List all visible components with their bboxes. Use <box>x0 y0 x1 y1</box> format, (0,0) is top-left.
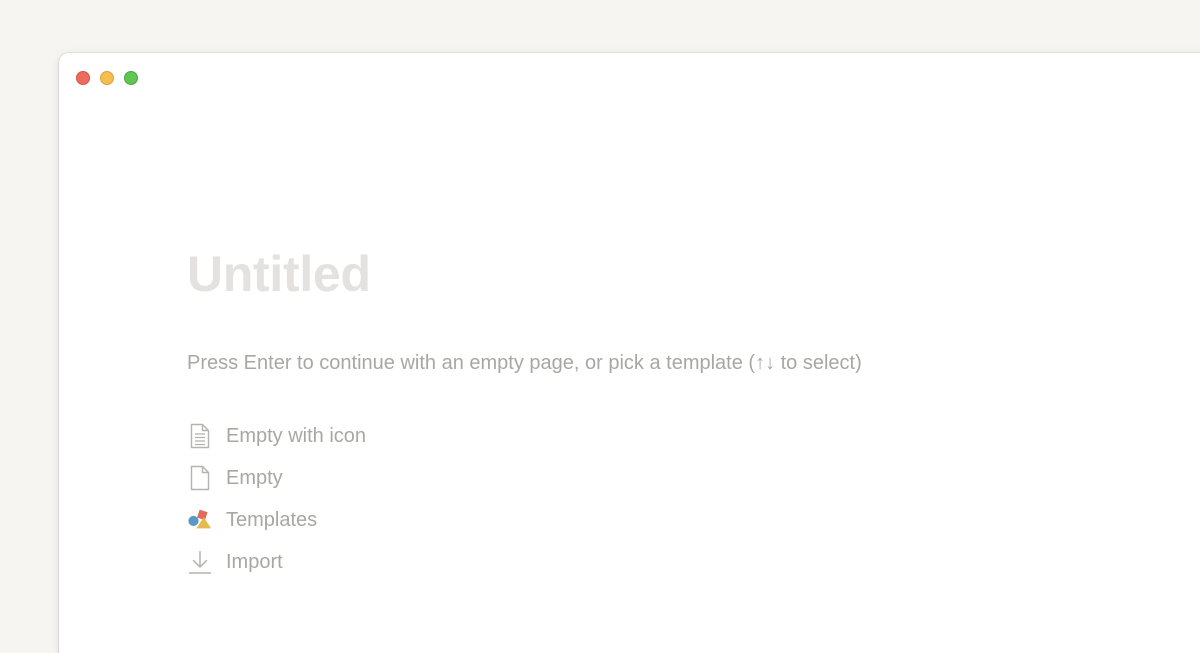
option-empty[interactable]: Empty <box>187 457 587 499</box>
minimize-window-button[interactable] <box>100 71 114 85</box>
blank-page-icon <box>187 465 213 491</box>
download-arrow-icon <box>187 549 213 575</box>
new-page-options: Empty with icon Empty Templates Import <box>187 415 587 583</box>
empty-page-hint: Press Enter to continue with an empty pa… <box>187 352 862 374</box>
maximize-window-button[interactable] <box>124 71 138 85</box>
app-window: Untitled Press Enter to continue with an… <box>59 53 1200 653</box>
window-controls <box>76 71 138 85</box>
page-title-placeholder[interactable]: Untitled <box>187 249 371 299</box>
option-label: Import <box>226 551 283 573</box>
option-label: Empty with icon <box>226 425 367 447</box>
option-empty-with-icon[interactable]: Empty with icon <box>187 415 587 457</box>
option-templates[interactable]: Templates <box>187 499 587 541</box>
option-label: Empty <box>226 467 283 489</box>
option-label: Templates <box>226 509 318 531</box>
page-with-lines-icon <box>187 423 213 449</box>
option-import[interactable]: Import <box>187 541 587 583</box>
close-window-button[interactable] <box>76 71 90 85</box>
templates-shapes-icon <box>187 507 213 533</box>
